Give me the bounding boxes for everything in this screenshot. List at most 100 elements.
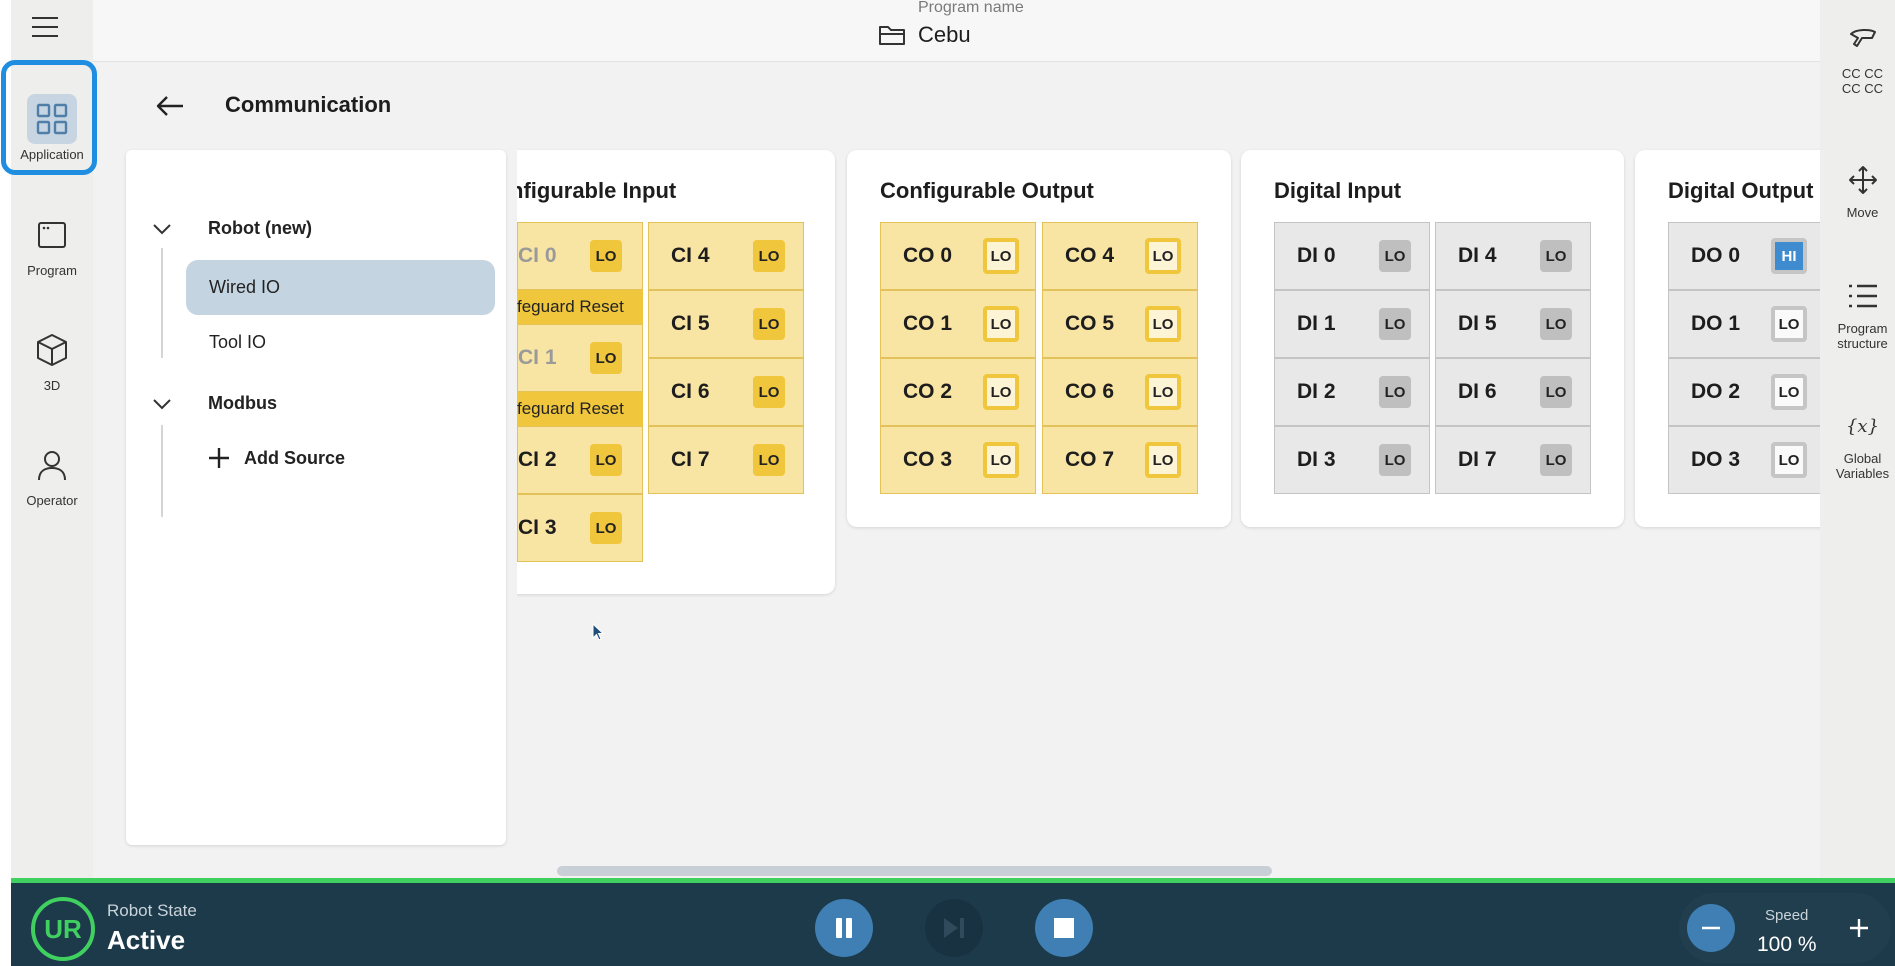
io-state-badge[interactable]: LO — [983, 442, 1019, 478]
io-cell-ci2[interactable]: CI 2 LO — [517, 426, 643, 494]
io-state-badge[interactable]: LO — [983, 238, 1019, 274]
tree-guide-line — [161, 248, 163, 358]
io-state-badge[interactable]: LO — [1771, 442, 1807, 478]
nav-label: Program — [27, 263, 77, 278]
tree-item-label: Tool IO — [209, 332, 267, 352]
io-cell-co2[interactable]: CO 2 LO — [880, 358, 1036, 426]
program-name-display[interactable]: Program name Cebu — [878, 0, 1024, 48]
step-forward-icon — [944, 918, 964, 938]
pause-button[interactable] — [815, 899, 873, 957]
io-state-badge[interactable]: LO — [1771, 374, 1807, 410]
io-cell-ci4[interactable]: CI 4 LO — [648, 222, 804, 290]
speed-label: Speed — [1765, 907, 1809, 924]
io-name: CO 4 — [1065, 244, 1115, 267]
tree-group-modbus[interactable]: Modbus — [152, 393, 277, 414]
io-cell-co6[interactable]: CO 6 LO — [1042, 358, 1198, 426]
nav-operator[interactable]: Operator — [11, 440, 93, 508]
card-title: Digital Output — [1668, 178, 1814, 203]
tree-item-wired-io[interactable]: Wired IO — [186, 260, 495, 315]
tree-group-robot[interactable]: Robot (new) — [152, 218, 312, 239]
io-name: DI 0 — [1297, 244, 1336, 267]
add-source-button[interactable]: Add Source — [208, 447, 345, 469]
io-cell-ci3[interactable]: CI 3 LO — [517, 494, 643, 562]
io-cell-di6[interactable]: DI 6 LO — [1435, 358, 1591, 426]
nav-program[interactable]: Program — [11, 210, 93, 278]
hamburger-menu-icon[interactable] — [28, 12, 62, 42]
io-cell-do3[interactable]: DO 3 LO — [1668, 426, 1820, 494]
io-name: DO 0 — [1691, 244, 1741, 267]
io-cell-ci5[interactable]: CI 5 LO — [648, 290, 804, 358]
digital-input-card: Digital Input DI 0 LO DI 1 LO DI 2 LO DI… — [1241, 150, 1624, 527]
io-cell-do0[interactable]: DO 0 HI — [1668, 222, 1820, 290]
speed-decrease-button[interactable] — [1687, 904, 1735, 952]
io-cell-co0[interactable]: CO 0 LO — [880, 222, 1036, 290]
io-cell-co7[interactable]: CO 7 LO — [1042, 426, 1198, 494]
io-name: DI 1 — [1297, 312, 1336, 335]
io-cards-scroll-area[interactable]: nfigurable Input CI 0 LO feguard Reset C… — [517, 140, 1820, 750]
io-cell-co5[interactable]: CO 5 LO — [1042, 290, 1198, 358]
card-title: Configurable Output — [880, 178, 1094, 203]
nav-label: 3D — [43, 378, 61, 393]
io-state-badge[interactable]: LO — [1145, 374, 1181, 410]
io-cell-ci6[interactable]: CI 6 LO — [648, 358, 804, 426]
nav-3d[interactable]: 3D — [11, 325, 93, 393]
io-state-badge[interactable]: LO — [983, 306, 1019, 342]
io-name: CI 1 — [518, 346, 557, 369]
speed-value: 100 % — [1757, 933, 1817, 956]
move-label: Move — [1846, 205, 1879, 220]
io-state-badge: LO — [1379, 444, 1411, 476]
back-arrow-icon[interactable] — [155, 94, 185, 118]
io-cell-di7[interactable]: DI 7 LO — [1435, 426, 1591, 494]
speed-control: Speed 100 % — [1679, 893, 1891, 963]
grid-icon — [27, 94, 77, 144]
io-state-badge[interactable]: LO — [983, 374, 1019, 410]
stop-button[interactable] — [1035, 899, 1093, 957]
io-state-badge: LO — [1379, 376, 1411, 408]
io-state-badge[interactable]: LO — [1145, 306, 1181, 342]
horizontal-scrollbar[interactable] — [557, 866, 1272, 876]
io-cell-co1[interactable]: CO 1 LO — [880, 290, 1036, 358]
io-cell-co3[interactable]: CO 3 LO — [880, 426, 1036, 494]
io-cell-do2[interactable]: DO 2 LO — [1668, 358, 1820, 426]
io-state-badge[interactable]: LO — [1771, 306, 1807, 342]
nav-application[interactable]: Application — [11, 94, 93, 162]
io-cell-co4[interactable]: CO 4 LO — [1042, 222, 1198, 290]
io-state-badge[interactable]: HI — [1771, 238, 1807, 274]
io-cell-di4[interactable]: DI 4 LO — [1435, 222, 1591, 290]
ur-logo-icon: UR — [31, 897, 95, 961]
tree-item-tool-io[interactable]: Tool IO — [209, 332, 266, 353]
io-function-label: feguard Reset — [517, 392, 643, 426]
io-name: CO 7 — [1065, 448, 1115, 471]
io-cell-di0[interactable]: DI 0 LO — [1274, 222, 1430, 290]
speed-increase-button[interactable] — [1835, 904, 1883, 952]
io-cell-di1[interactable]: DI 1 LO — [1274, 290, 1430, 358]
pause-icon — [836, 918, 852, 938]
io-cell-ci0[interactable]: CI 0 LO — [517, 222, 643, 290]
tool-button[interactable]: CC CC CC CC — [1820, 26, 1895, 96]
io-name: DO 2 — [1691, 380, 1741, 403]
io-cell-di5[interactable]: DI 5 LO — [1435, 290, 1591, 358]
io-state-badge: LO — [590, 342, 622, 374]
io-state-badge: LO — [1540, 444, 1572, 476]
program-structure-button[interactable]: Program structure — [1820, 283, 1895, 351]
folder-icon — [879, 26, 905, 45]
io-cell-di3[interactable]: DI 3 LO — [1274, 426, 1430, 494]
variable-x-icon: {x} — [1845, 416, 1880, 437]
stop-icon — [1054, 918, 1074, 938]
io-state-badge: LO — [1540, 308, 1572, 340]
step-button[interactable] — [925, 899, 983, 957]
person-icon — [27, 440, 77, 490]
io-name: CI 3 — [518, 516, 557, 539]
io-cell-ci1[interactable]: CI 1 LO — [517, 324, 643, 392]
io-name: DI 4 — [1458, 244, 1497, 267]
move-button[interactable]: Move — [1820, 165, 1895, 220]
io-cell-di2[interactable]: DI 2 LO — [1274, 358, 1430, 426]
io-function-label: feguard Reset — [517, 290, 643, 324]
io-state-badge[interactable]: LO — [1145, 238, 1181, 274]
io-state-badge: LO — [1540, 376, 1572, 408]
io-cell-ci7[interactable]: CI 7 LO — [648, 426, 804, 494]
global-variables-button[interactable]: {x} Global Variables — [1820, 416, 1895, 481]
program-name-value: Cebu — [918, 22, 971, 47]
io-cell-do1[interactable]: DO 1 LO — [1668, 290, 1820, 358]
io-state-badge[interactable]: LO — [1145, 442, 1181, 478]
